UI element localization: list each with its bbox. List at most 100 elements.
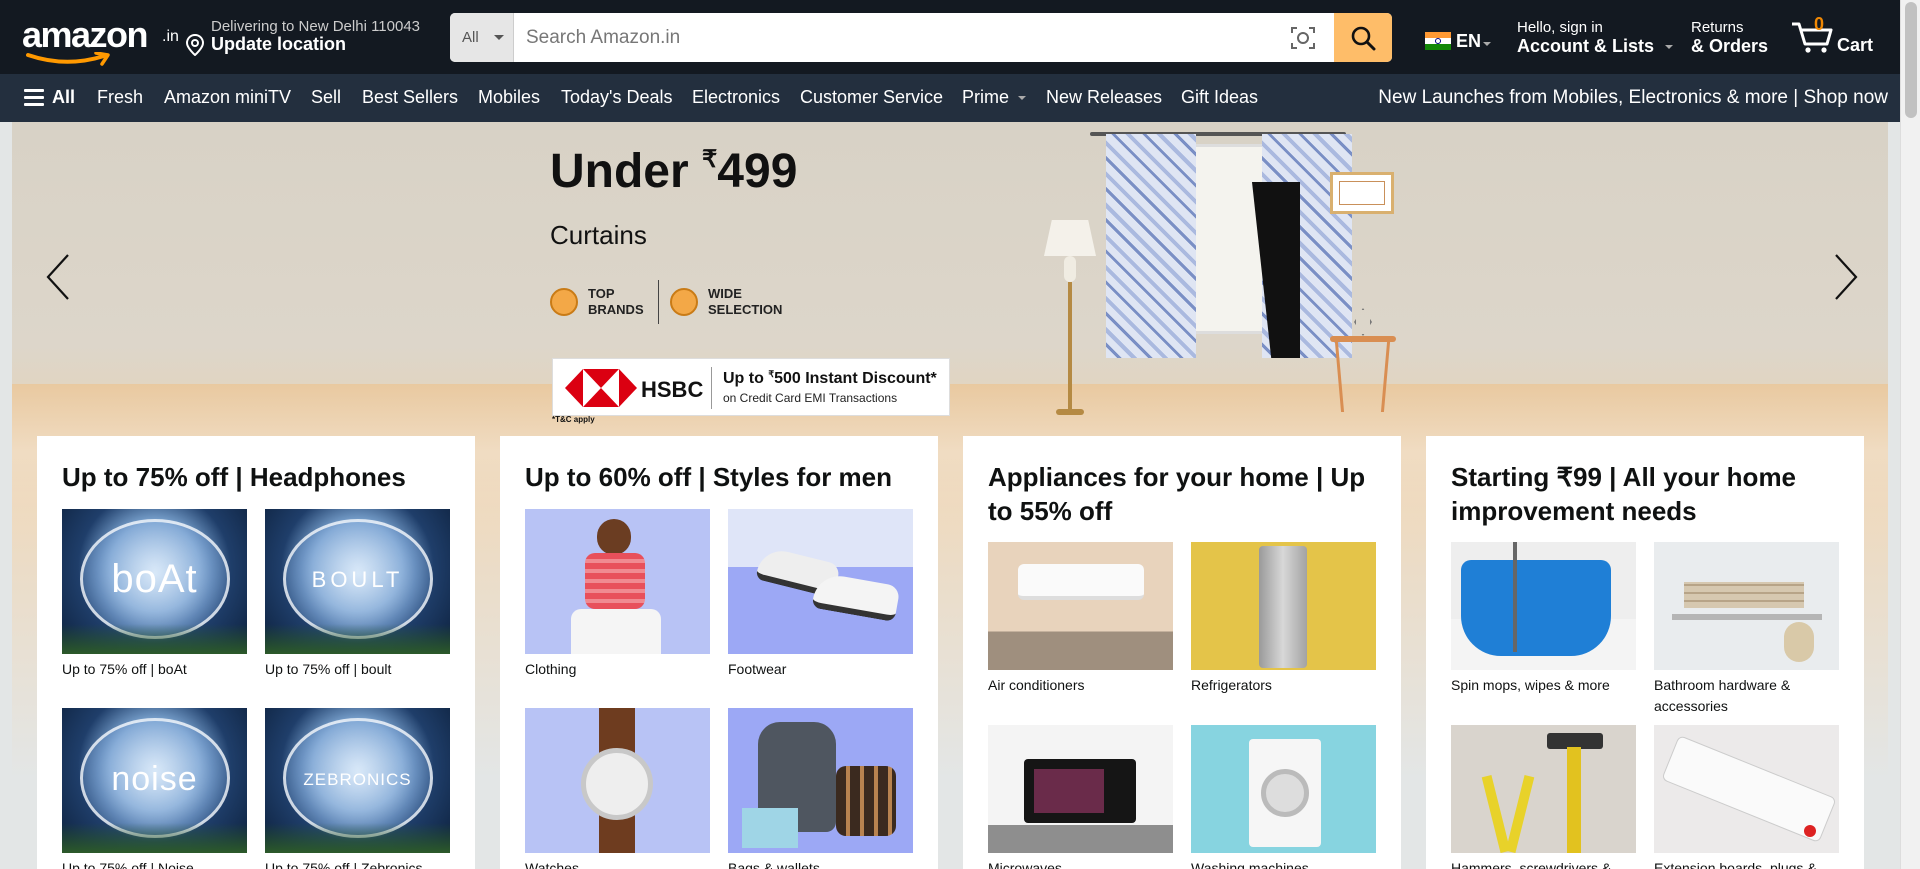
tile-washing-machines[interactable]: Washing machines (1191, 725, 1376, 869)
hero-currency: ₹ (702, 146, 718, 173)
camera-search-icon[interactable] (1290, 25, 1316, 51)
nav-item-customer-service[interactable]: Customer Service (800, 87, 943, 108)
tile-boat[interactable]: boAt Up to 75% off | boAt (62, 509, 247, 680)
nav-item-fresh[interactable]: Fresh (97, 87, 143, 108)
nav-all[interactable]: All (52, 87, 75, 108)
hero-title: Under ₹499 (550, 144, 797, 199)
update-location-link[interactable]: Update location (211, 34, 346, 55)
card-title: Up to 75% off | Headphones (62, 462, 406, 492)
tile-caption: Washing machines (1191, 860, 1309, 869)
tools-image (1451, 725, 1636, 853)
cart-button[interactable]: 0 Cart (1790, 14, 1880, 62)
tile-extension-boards[interactable]: Extension boards, plugs & more (1654, 725, 1839, 869)
tile-caption: Bags & wallets (728, 860, 820, 869)
brand-logo: boAt (111, 557, 198, 601)
search-button[interactable] (1334, 13, 1392, 62)
tile-caption: Up to 75% off | boult (265, 661, 392, 677)
nav-promo-link[interactable]: New Launches from Mobiles, Electronics &… (1378, 87, 1888, 109)
star-hand-icon (550, 288, 578, 316)
returns-orders-link[interactable]: Returns & Orders (1691, 19, 1768, 57)
tile-air-conditioners[interactable]: Air conditioners (988, 542, 1173, 696)
orders-label: & Orders (1691, 36, 1769, 56)
tile-boult[interactable]: BOULT Up to 75% off | boult (265, 509, 450, 680)
lamp-pole-image (1068, 282, 1072, 412)
tile-caption: Up to 75% off | Noise (62, 860, 194, 869)
carousel-next-icon[interactable] (1830, 252, 1860, 302)
search-input[interactable] (514, 13, 1274, 62)
watches-image (525, 708, 710, 853)
zebronics-image: ZEBRONICS (265, 708, 450, 853)
tile-noise[interactable]: noise Up to 75% off | Noise (62, 708, 247, 869)
tile-clothing[interactable]: Clothing (525, 509, 710, 680)
lamp-body-image (1064, 256, 1076, 282)
nav-item-minitv[interactable]: Amazon miniTV (164, 87, 291, 108)
tile-watches[interactable]: Watches (525, 708, 710, 869)
chevron-down-icon (1665, 45, 1674, 50)
brand-logo: ZEBRONICS (303, 770, 412, 789)
hero-price: 499 (717, 145, 798, 198)
brand-logo: noise (111, 760, 198, 798)
tile-caption: Up to 75% off | Zebronics (265, 860, 423, 869)
hamburger-menu-icon[interactable] (24, 89, 44, 107)
mop-image (1451, 542, 1636, 670)
top-header: amazon .in Delivering to New Delhi 11004… (0, 0, 1900, 74)
nav-item-sell[interactable]: Sell (311, 87, 341, 108)
tile-spin-mops[interactable]: Spin mops, wipes & more (1451, 542, 1636, 696)
tile-caption: Extension boards, plugs & more (1654, 860, 1817, 869)
microwave-image (988, 725, 1173, 853)
scrollbar-thumb[interactable] (1905, 2, 1917, 118)
language-code: EN (1456, 31, 1482, 51)
tile-caption: Air conditioners (988, 677, 1085, 693)
india-flag-icon (1425, 32, 1451, 50)
account-lists-label: Account & Lists (1517, 36, 1655, 56)
page-scrollbar[interactable] (1900, 0, 1920, 869)
card-title: Appliances for your home | Up to 55% off (988, 462, 1366, 526)
cart-label: Cart (1837, 35, 1874, 55)
boat-image: boAt (62, 509, 247, 654)
account-menu[interactable]: Hello, sign in Account & Lists (1517, 19, 1674, 57)
tile-refrigerators[interactable]: Refrigerators (1191, 542, 1376, 696)
tile-zebronics[interactable]: ZEBRONICS Up to 75% off | Zebronics (265, 708, 450, 869)
tile-bags-wallets[interactable]: Bags & wallets (728, 708, 913, 869)
nav-item-new-releases[interactable]: New Releases (1046, 87, 1162, 108)
offer-subtitle: on Credit Card EMI Transactions (723, 391, 898, 405)
pointer-hand-icon (670, 288, 698, 316)
amazon-logo[interactable]: amazon .in (20, 14, 179, 66)
air-conditioner-image (988, 542, 1173, 670)
badge-divider (658, 280, 659, 324)
tile-bathroom-hardware[interactable]: Bathroom hardware & accessories (1654, 542, 1839, 717)
lamp-base-image (1056, 409, 1084, 415)
search-bar: All (450, 13, 1392, 62)
nav-item-todays-deals[interactable]: Today's Deals (561, 87, 673, 108)
nav-item-best-sellers[interactable]: Best Sellers (362, 87, 458, 108)
bathroom-rack-image (1654, 542, 1839, 670)
tile-hammers-screwdrivers[interactable]: Hammers, screwdrivers & more (1451, 725, 1636, 869)
refrigerator-image (1191, 542, 1376, 670)
cart-count: 0 (1814, 14, 1825, 34)
search-category-select[interactable]: All (450, 13, 514, 62)
card-home-improvement: Starting ₹99 | All your home improvement… (1426, 436, 1864, 869)
nav-item-mobiles[interactable]: Mobiles (478, 87, 540, 108)
card-styles-for-men: Up to 60% off | Styles for men Clothing … (500, 436, 938, 869)
hero-subtitle: Curtains (550, 220, 647, 250)
card-headphones: Up to 75% off | Headphones boAt Up to 75… (37, 436, 475, 869)
bank-name: HSBC (641, 377, 704, 402)
returns-label: Returns (1691, 19, 1744, 36)
chevron-down-icon (1018, 96, 1027, 101)
account-lists-row: Account & Lists (1517, 36, 1674, 57)
tile-footwear[interactable]: Footwear (728, 509, 913, 680)
nav-item-gift-ideas[interactable]: Gift Ideas (1181, 87, 1258, 108)
tile-caption: Hammers, screwdrivers & more (1451, 860, 1612, 869)
nav-item-electronics[interactable]: Electronics (692, 87, 780, 108)
carousel-prev-icon[interactable] (44, 252, 74, 302)
bank-offer-banner: HSBC Up to ₹500 Instant Discount* on Cre… (552, 358, 950, 416)
chevron-down-icon (1483, 42, 1491, 46)
card-title: Up to 60% off | Styles for men (525, 462, 892, 492)
terms-note: *T&C apply (552, 415, 595, 424)
footwear-image (728, 509, 913, 654)
nav-item-prime[interactable]: Prime (962, 87, 1027, 108)
bank-divider (711, 367, 712, 409)
cart-icon (1792, 22, 1833, 53)
vase-image (1354, 308, 1372, 336)
tile-microwaves[interactable]: Microwaves (988, 725, 1173, 869)
